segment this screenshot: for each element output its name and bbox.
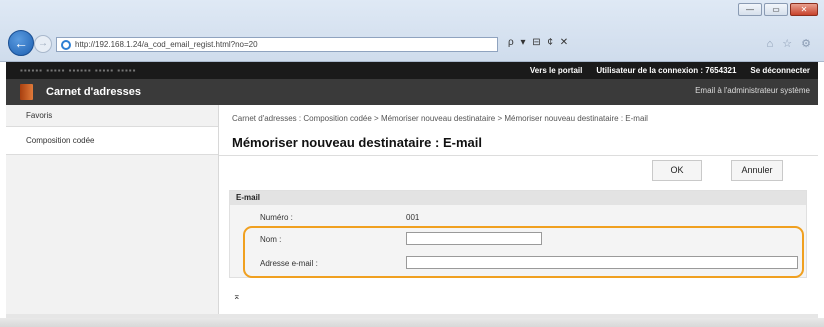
close-button[interactable]: ✕ (790, 3, 818, 16)
favorites-tools[interactable]: ⌂ ☆ ⚙ (767, 37, 814, 50)
login-user: Utilisateur de la connexion : 7654321 (596, 66, 737, 75)
number-value: 001 (406, 213, 420, 222)
ie-icon (61, 39, 71, 50)
address-book-icon (20, 84, 33, 100)
minimize-button[interactable]: — (738, 3, 762, 16)
sidebar-item-favorites[interactable]: Favoris (6, 105, 218, 127)
device-name: ▪▪▪▪▪▪ ▪▪▪▪▪ ▪▪▪▪▪▪ ▪▪▪▪▪ ▪▪▪▪▪ (20, 66, 137, 75)
divider (219, 155, 818, 156)
address-tools[interactable]: ρ ▾ ⊟ ¢ ✕ (508, 37, 570, 48)
url-text[interactable]: http://192.168.1.24/a_cod_email_regist.h… (75, 40, 258, 49)
breadcrumb: Carnet d'adresses : Composition codée > … (232, 114, 648, 123)
cancel-button[interactable]: Annuler (731, 160, 783, 181)
status-bar (0, 318, 824, 327)
address-bar[interactable]: http://192.168.1.24/a_cod_email_regist.h… (56, 37, 498, 52)
forward-arrow-icon[interactable]: → (34, 35, 52, 53)
logout-link[interactable]: Se déconnecter (750, 66, 810, 75)
browser-chrome: — ▭ ✕ ← → http://192.168.1.24/a_cod_emai… (0, 0, 824, 62)
section-title: E-mail (230, 191, 806, 205)
page-title: Mémoriser nouveau destinataire : E-mail (232, 135, 482, 150)
window-controls: — ▭ ✕ (738, 3, 818, 16)
email-admin-link[interactable]: Email à l'administrateur système (695, 86, 810, 95)
top-bar: ▪▪▪▪▪▪ ▪▪▪▪▪ ▪▪▪▪▪▪ ▪▪▪▪▪ ▪▪▪▪▪ Vers le … (6, 62, 818, 79)
sidebar: Favoris Composition codée (6, 105, 219, 314)
highlight-frame (243, 226, 804, 278)
number-label: Numéro : (260, 213, 293, 222)
ok-button[interactable]: OK (652, 160, 702, 181)
app-title: Carnet d'adresses (46, 86, 141, 98)
maximize-button[interactable]: ▭ (764, 3, 788, 16)
sidebar-item-coded-dial[interactable]: Composition codée (6, 127, 218, 155)
portal-link[interactable]: Vers le portail (530, 66, 582, 75)
to-top-icon[interactable]: ⌅ (233, 291, 241, 302)
back-arrow-icon[interactable]: ← (8, 30, 34, 56)
main-panel: Carnet d'adresses : Composition codée > … (219, 105, 818, 314)
title-bar: Carnet d'adresses Email à l'administrate… (6, 79, 818, 105)
